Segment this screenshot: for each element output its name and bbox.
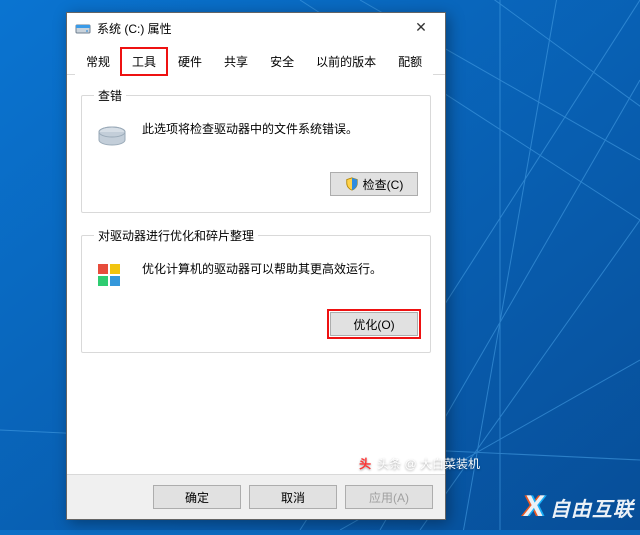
tab-body: 查错 此选项将检查驱动器中的文件系统错误。 检查(C) 对驱动器进行优化和碎片整… [67,75,445,474]
window-title: 系统 (C:) 属性 [97,20,401,37]
close-button[interactable]: ✕ [401,16,441,40]
drive-icon [75,20,91,36]
shield-icon [345,177,359,191]
defrag-icon [94,258,130,294]
tab-previous-versions[interactable]: 以前的版本 [305,48,387,75]
toutiao-icon: 头 [357,456,373,472]
check-button-label: 检查(C) [363,176,404,193]
titlebar[interactable]: 系统 (C:) 属性 ✕ [67,13,445,43]
attribution-text: 头条 @ 大白菜装机 [377,455,480,472]
optimize-button-label: 优化(O) [353,316,394,333]
tab-security[interactable]: 安全 [259,48,305,75]
properties-dialog: 系统 (C:) 属性 ✕ 常规 工具 硬件 共享 安全 以前的版本 配额 查错 … [66,12,446,520]
optimize-group: 对驱动器进行优化和碎片整理 优化计算机的驱动器可以帮助其更高效运行。 优化(O) [81,227,431,353]
hdd-icon [94,118,130,154]
tab-quota[interactable]: 配额 [387,48,433,75]
optimize-desc: 优化计算机的驱动器可以帮助其更高效运行。 [142,258,418,278]
error-check-desc: 此选项将检查驱动器中的文件系统错误。 [142,118,418,138]
check-button[interactable]: 检查(C) [330,172,418,196]
dialog-footer: 确定 取消 应用(A) [67,474,445,519]
tabstrip: 常规 工具 硬件 共享 安全 以前的版本 配额 [67,43,445,75]
cancel-button[interactable]: 取消 [249,485,337,509]
ok-button[interactable]: 确定 [153,485,241,509]
tab-general[interactable]: 常规 [75,48,121,75]
optimize-button[interactable]: 优化(O) [330,312,418,336]
watermark-x-icon: X [522,490,547,524]
tab-sharing[interactable]: 共享 [213,48,259,75]
error-check-group: 查错 此选项将检查驱动器中的文件系统错误。 检查(C) [81,87,431,213]
attribution: 头 头条 @ 大白菜装机 [357,455,480,472]
optimize-legend: 对驱动器进行优化和碎片整理 [94,227,258,244]
watermark: X 自由互联 [524,490,634,524]
watermark-text: 自由互联 [550,493,634,522]
tab-tools[interactable]: 工具 [121,48,167,75]
error-check-legend: 查错 [94,87,126,104]
apply-button: 应用(A) [345,485,433,509]
tab-hardware[interactable]: 硬件 [167,48,213,75]
